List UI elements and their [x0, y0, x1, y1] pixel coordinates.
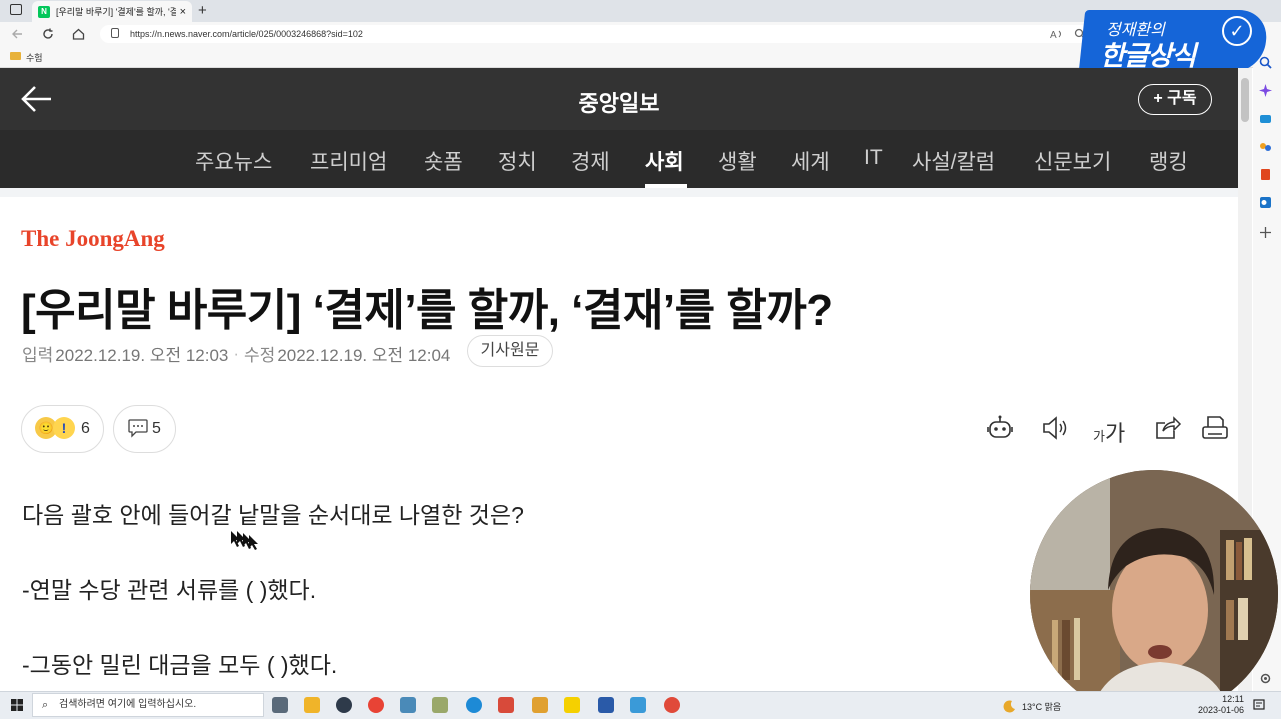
clock-date: 2023-01-06 — [1197, 705, 1244, 715]
browser-tab[interactable]: N [우리말 바루기] '결제'를 할까, '결 × — [32, 1, 192, 22]
speaker-icon[interactable] — [1040, 413, 1070, 443]
naver-favicon-icon: N — [38, 5, 50, 18]
taskbar-search-icon: ⌕ — [42, 699, 49, 711]
app-icon[interactable] — [498, 697, 514, 713]
meta-separator: · — [233, 343, 240, 363]
comment-count: 5 — [152, 420, 161, 437]
input-date: 2022.12.19. 오전 12:03 — [55, 346, 229, 365]
tab-actions-icon[interactable] — [10, 4, 22, 15]
add-sidebar-icon[interactable] — [1259, 226, 1272, 239]
menu-item-world[interactable]: 세계 — [791, 146, 830, 176]
font-big-label: 가 — [1104, 421, 1126, 446]
input-label: 입력 — [22, 346, 54, 365]
summary-bot-icon[interactable] — [985, 413, 1015, 443]
webcam-video — [1030, 470, 1278, 718]
taskbar-clock[interactable]: 12:11 2023-01-06 — [1196, 694, 1244, 716]
file-explorer-icon[interactable] — [304, 697, 320, 713]
edge-icon[interactable] — [466, 697, 482, 713]
check-circle-icon: ✓ — [1222, 16, 1252, 46]
photos-icon[interactable] — [598, 697, 614, 713]
article-paragraph: -그동안 밀린 대금을 모두 ( )했다. — [22, 652, 338, 678]
clock-time: 12:11 — [1222, 694, 1244, 704]
sparkle-icon[interactable] — [1259, 84, 1272, 97]
press-name[interactable]: 중앙일보 — [0, 86, 1238, 118]
cursor-icon — [231, 531, 258, 550]
home-icon[interactable] — [72, 28, 85, 40]
reaction-count: 6 — [81, 420, 90, 437]
app-icon[interactable] — [532, 697, 548, 713]
app-icon[interactable] — [630, 697, 646, 713]
share-icon[interactable] — [1152, 413, 1182, 443]
search-icon[interactable] — [1259, 56, 1272, 69]
print-icon[interactable] — [1200, 413, 1230, 443]
weather-text[interactable]: 13°C 맑음 — [1022, 700, 1061, 713]
font-small-label: 가 — [1093, 429, 1105, 444]
subscribe-button[interactable]: + 구독 — [1138, 84, 1212, 115]
edit-label: 수정 — [244, 346, 276, 365]
menu-item-ranking[interactable]: 랭킹 — [1149, 146, 1188, 176]
menu-item-society[interactable]: 사회 — [645, 146, 684, 176]
outlook-icon[interactable] — [1259, 196, 1272, 209]
folder-icon — [10, 52, 21, 60]
kakaotalk-icon[interactable] — [564, 697, 580, 713]
tab-title: [우리말 바루기] '결제'를 할까, '결 — [56, 7, 176, 17]
shopping-icon[interactable] — [1259, 112, 1272, 125]
menu-item-politics[interactable]: 정치 — [498, 146, 537, 176]
tab-close-icon[interactable]: × — [180, 6, 186, 18]
app-icon[interactable] — [432, 697, 448, 713]
windows-start-icon[interactable] — [11, 699, 23, 711]
url-field[interactable]: https://n.news.naver.com/article/025/000… — [100, 25, 1110, 43]
webcam-person-image — [1030, 470, 1278, 718]
back-icon[interactable] — [12, 28, 24, 40]
font-size-button[interactable]: 가가 — [1093, 416, 1125, 448]
article-paragraph: 다음 괄호 안에 들어갈 낱말을 순서대로 나열한 것은? — [22, 502, 524, 528]
menu-item-living[interactable]: 생활 — [718, 146, 757, 176]
bookmark-folder-label[interactable]: 수험 — [26, 51, 43, 64]
read-aloud-icon[interactable]: A — [1050, 28, 1064, 40]
menu-item-premium[interactable]: 프리미엄 — [310, 146, 387, 176]
menu-item-editorial[interactable]: 사설/칼럼 — [912, 146, 995, 176]
refresh-icon[interactable] — [42, 28, 54, 40]
article-paragraph: -연말 수당 관련 서류를 ( )했다. — [22, 577, 317, 603]
lock-icon[interactable] — [111, 28, 119, 38]
taskbar-search-input[interactable]: 검색하려면 여기에 입력하십시오. — [32, 693, 264, 717]
exclaim-emoji-icon: ! — [53, 417, 75, 439]
scrollbar-thumb[interactable] — [1241, 78, 1249, 122]
article-meta: 입력 2022.12.19. 오전 12:03 · 수정 2022.12.19.… — [22, 341, 450, 366]
task-view-icon[interactable] — [272, 697, 288, 713]
menu-item-newspaper[interactable]: 신문보기 — [1034, 146, 1111, 176]
app-icon[interactable] — [664, 697, 680, 713]
moon-weather-icon — [1003, 700, 1015, 713]
settings-icon[interactable] — [1259, 672, 1272, 685]
games-icon[interactable] — [1259, 140, 1272, 153]
office-icon[interactable] — [1259, 168, 1272, 181]
comment-icon — [128, 419, 148, 438]
app-icon[interactable] — [336, 697, 352, 713]
menu-item-shortform[interactable]: 숏폼 — [424, 146, 463, 176]
svg-text:A: A — [1050, 30, 1057, 40]
new-tab-button[interactable]: + — [198, 2, 207, 19]
header-divider — [0, 188, 1238, 197]
menu-item-economy[interactable]: 경제 — [571, 146, 610, 176]
app-icon[interactable] — [400, 697, 416, 713]
press-brand-logo[interactable]: The JoongAng — [21, 226, 165, 252]
edit-date: 2022.12.19. 오전 12:04 — [277, 346, 451, 365]
original-article-button[interactable]: 기사원문 — [467, 335, 553, 367]
menu-item-it[interactable]: IT — [864, 146, 883, 170]
menu-item-main-news[interactable]: 주요뉴스 — [195, 146, 272, 176]
notification-icon[interactable] — [1253, 699, 1265, 711]
chrome-icon[interactable] — [368, 697, 384, 713]
article-title: [우리말 바루기] ‘결제’를 할까, ‘결재’를 할까? — [21, 286, 833, 335]
